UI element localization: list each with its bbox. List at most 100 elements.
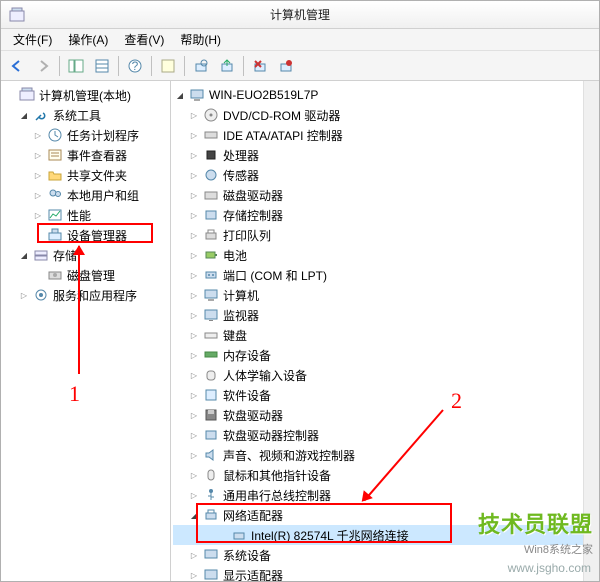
- computer-mgmt-icon: [19, 87, 35, 103]
- scan-hardware-button[interactable]: [189, 54, 213, 78]
- tree-label: 计算机: [223, 287, 259, 304]
- expander-icon[interactable]: [31, 148, 45, 162]
- tree-label: 性能: [67, 207, 91, 224]
- expander-icon[interactable]: [187, 388, 201, 402]
- tree-services[interactable]: 服务和应用程序: [3, 285, 168, 305]
- tree-label: 设备管理器: [67, 227, 127, 244]
- tree-storage-ctrl[interactable]: 存储控制器: [173, 205, 597, 225]
- expander-icon[interactable]: [187, 488, 201, 502]
- tree-computer-root[interactable]: WIN-EUO2B519L7P: [173, 85, 597, 105]
- tree-computer[interactable]: 计算机: [173, 285, 597, 305]
- tree-ide[interactable]: IDE ATA/ATAPI 控制器: [173, 125, 597, 145]
- tree-dvd[interactable]: DVD/CD-ROM 驱动器: [173, 105, 597, 125]
- expander-icon[interactable]: [187, 248, 201, 262]
- tree-print-queue[interactable]: 打印队列: [173, 225, 597, 245]
- battery-icon: [203, 247, 219, 263]
- tree-label: 显示适配器: [223, 567, 283, 582]
- tree-cpu[interactable]: 处理器: [173, 145, 597, 165]
- expander-icon[interactable]: [31, 168, 45, 182]
- help-button[interactable]: ?: [123, 54, 147, 78]
- expander-icon[interactable]: [187, 188, 201, 202]
- expander-icon[interactable]: [187, 328, 201, 342]
- tree-monitor[interactable]: 监视器: [173, 305, 597, 325]
- tree-software-dev[interactable]: 软件设备: [173, 385, 597, 405]
- menu-help[interactable]: 帮助(H): [172, 29, 229, 50]
- app-icon: [9, 7, 25, 23]
- expander-icon[interactable]: [187, 268, 201, 282]
- show-hide-tree-button[interactable]: [64, 54, 88, 78]
- expander-icon[interactable]: [31, 128, 45, 142]
- tree-sound[interactable]: 声音、视频和游戏控制器: [173, 445, 597, 465]
- update-driver-button[interactable]: [215, 54, 239, 78]
- tree-display[interactable]: 显示适配器: [173, 565, 597, 581]
- menu-file[interactable]: 文件(F): [5, 29, 60, 50]
- expander-icon[interactable]: [187, 168, 201, 182]
- tree-memory[interactable]: 内存设备: [173, 345, 597, 365]
- tree-device-manager[interactable]: 设备管理器: [3, 225, 168, 245]
- uninstall-button[interactable]: [248, 54, 272, 78]
- monitor-icon: [203, 307, 219, 323]
- tree-mouse[interactable]: 鼠标和其他指针设备: [173, 465, 597, 485]
- expander-icon[interactable]: [187, 108, 201, 122]
- expander-icon[interactable]: [17, 108, 31, 122]
- tree-label: 声音、视频和游戏控制器: [223, 447, 355, 464]
- menu-action[interactable]: 操作(A): [60, 29, 116, 50]
- expander-icon[interactable]: [173, 88, 187, 102]
- expander-icon[interactable]: [187, 408, 201, 422]
- tree-shared-folders[interactable]: 共享文件夹: [3, 165, 168, 185]
- tree-hid[interactable]: 人体学输入设备: [173, 365, 597, 385]
- view-options-button[interactable]: [90, 54, 114, 78]
- expander-icon[interactable]: [187, 448, 201, 462]
- back-button[interactable]: [5, 54, 29, 78]
- tree-task-scheduler[interactable]: 任务计划程序: [3, 125, 168, 145]
- tree-sensor[interactable]: 传感器: [173, 165, 597, 185]
- expander-icon[interactable]: [17, 288, 31, 302]
- tree-floppy-ctrl[interactable]: 软盘驱动器控制器: [173, 425, 597, 445]
- expander-icon[interactable]: [31, 188, 45, 202]
- expander-icon[interactable]: [17, 248, 31, 262]
- tree-network-item[interactable]: Intel(R) 82574L 千兆网络连接: [173, 525, 597, 545]
- expander-icon[interactable]: [187, 308, 201, 322]
- disk-mgmt-icon: [47, 267, 63, 283]
- expander-icon[interactable]: [187, 568, 201, 581]
- expander-icon[interactable]: [187, 368, 201, 382]
- ports-icon: [203, 267, 219, 283]
- expander-icon[interactable]: [187, 228, 201, 242]
- tree-label: 软盘驱动器: [223, 407, 283, 424]
- tree-battery[interactable]: 电池: [173, 245, 597, 265]
- toolbar: ?: [1, 51, 599, 81]
- tree-network[interactable]: 网络适配器: [173, 505, 597, 525]
- toolbar-separator: [151, 56, 152, 76]
- tree-storage[interactable]: 存储: [3, 245, 168, 265]
- tree-keyboard[interactable]: 键盘: [173, 325, 597, 345]
- tree-event-viewer[interactable]: 事件查看器: [3, 145, 168, 165]
- disable-button[interactable]: [274, 54, 298, 78]
- menu-view[interactable]: 查看(V): [116, 29, 172, 50]
- toolbar-separator: [118, 56, 119, 76]
- expander-icon[interactable]: [187, 348, 201, 362]
- properties-button[interactable]: [156, 54, 180, 78]
- expander-icon[interactable]: [187, 508, 201, 522]
- tree-root-computer-mgmt[interactable]: 计算机管理(本地): [3, 85, 168, 105]
- expander-icon[interactable]: [187, 148, 201, 162]
- expander-icon[interactable]: [187, 128, 201, 142]
- tree-ports[interactable]: 端口 (COM 和 LPT): [173, 265, 597, 285]
- tree-system-tools[interactable]: 系统工具: [3, 105, 168, 125]
- forward-button[interactable]: [31, 54, 55, 78]
- vertical-scrollbar[interactable]: [583, 81, 599, 581]
- tree-system-dev[interactable]: 系统设备: [173, 545, 597, 565]
- tree-label: 计算机管理(本地): [39, 87, 131, 104]
- expander-icon[interactable]: [187, 548, 201, 562]
- tree-disk[interactable]: 磁盘驱动器: [173, 185, 597, 205]
- tree-local-users[interactable]: 本地用户和组: [3, 185, 168, 205]
- tree-performance[interactable]: 性能: [3, 205, 168, 225]
- tree-disk-mgmt[interactable]: 磁盘管理: [3, 265, 168, 285]
- services-icon: [33, 287, 49, 303]
- expander-icon[interactable]: [31, 208, 45, 222]
- tree-usb[interactable]: 通用串行总线控制器: [173, 485, 597, 505]
- expander-icon[interactable]: [187, 428, 201, 442]
- expander-icon[interactable]: [187, 288, 201, 302]
- tree-floppy[interactable]: 软盘驱动器: [173, 405, 597, 425]
- expander-icon[interactable]: [187, 468, 201, 482]
- expander-icon[interactable]: [187, 208, 201, 222]
